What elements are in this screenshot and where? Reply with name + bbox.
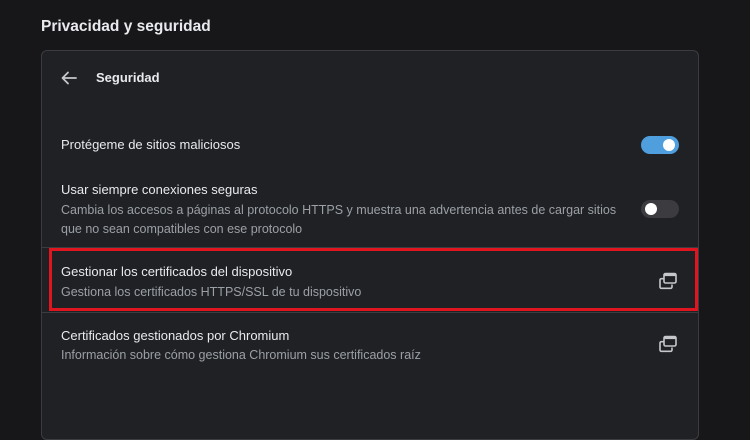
https-only-toggle[interactable]	[641, 200, 679, 218]
highlight-box	[49, 248, 698, 311]
setting-description-line: Cambia los accesos a páginas al protocol…	[61, 203, 617, 217]
page-header: Seguridad	[42, 51, 698, 107]
setting-row-safe-browsing[interactable]: Protégeme de sitios maliciosos	[42, 127, 698, 163]
toggle-knob	[663, 139, 675, 151]
external-link-button[interactable]	[657, 333, 679, 355]
setting-description: Cambia los accesos a páginas al protocol…	[61, 201, 646, 239]
divider	[42, 312, 698, 313]
setting-description: Información sobre cómo gestiona Chromium…	[61, 348, 421, 362]
safe-browsing-toggle[interactable]	[641, 136, 679, 154]
setting-row-https-only[interactable]: Usar siempre conexiones seguras Cambia l…	[42, 175, 698, 245]
setting-description-line: que no sean compatibles con ese protocol…	[61, 222, 303, 236]
settings-card: Seguridad Protégeme de sitios maliciosos…	[41, 50, 699, 440]
setting-row-chromium-certificates[interactable]: Certificados gestionados por Chromium In…	[42, 316, 698, 374]
arrow-left-icon	[61, 71, 77, 85]
external-link-icon	[659, 335, 677, 353]
setting-label: Usar siempre conexiones seguras	[61, 182, 258, 197]
page-title: Seguridad	[96, 70, 160, 85]
setting-label: Certificados gestionados por Chromium	[61, 328, 290, 343]
setting-label: Protégeme de sitios maliciosos	[61, 137, 241, 152]
back-button[interactable]	[58, 67, 80, 89]
section-title: Privacidad y seguridad	[41, 18, 211, 35]
toggle-knob	[645, 203, 657, 215]
